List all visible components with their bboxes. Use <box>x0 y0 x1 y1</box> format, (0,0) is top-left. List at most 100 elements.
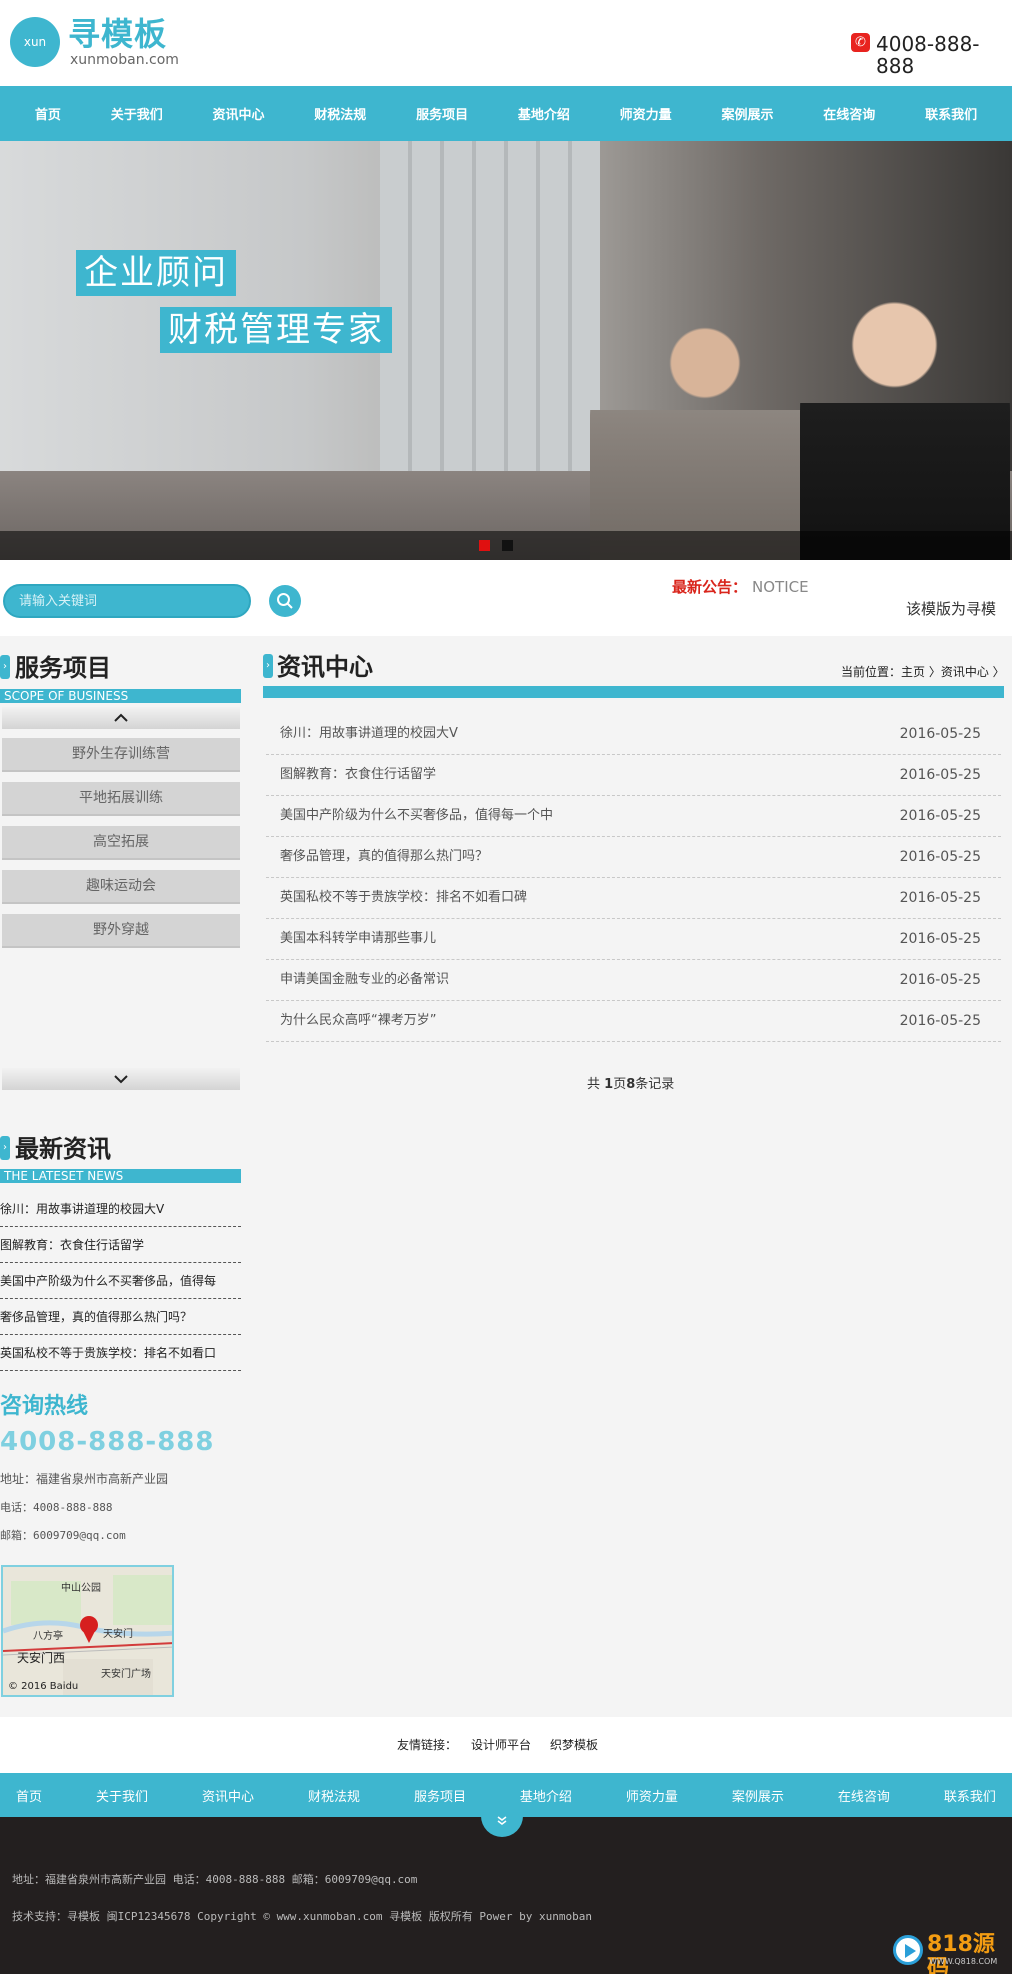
watermark-logo: 818源码 WWW.Q818.COM <box>893 1933 1005 1974</box>
nav-item-contact[interactable]: 联系我们 <box>925 104 977 123</box>
news-row[interactable]: 申请美国金融专业的必备常识 2016-05-25 <box>266 960 1001 1001</box>
chevron-up-icon <box>114 713 128 722</box>
news-row-date: 2016-05-25 <box>899 972 981 988</box>
title-rule <box>263 686 1004 698</box>
news-row[interactable]: 为什么民众高呼“裸考万岁” 2016-05-25 <box>266 1001 1001 1042</box>
pagination-summary: 共 1页8条记录 <box>587 1077 674 1093</box>
latest-news-item[interactable]: 图解教育：衣食住行话留学 <box>0 1227 241 1263</box>
nav-item-news[interactable]: 资讯中心 <box>212 104 264 123</box>
main-nav: 首页 关于我们 资讯中心 财税法规 服务项目 基地介绍 师资力量 案例展示 在线… <box>0 86 1012 141</box>
banner-person-man <box>590 311 820 560</box>
location-map[interactable]: 中山公园 天安门 天安门西 八方亭 天安门广场 © 2016 Baidu <box>1 1565 174 1697</box>
chevron-down-icon <box>114 1075 128 1084</box>
service-item[interactable]: 高空拓展 <box>2 826 240 858</box>
footer-nav-about[interactable]: 关于我们 <box>96 1786 148 1805</box>
footer-nav-regulations[interactable]: 财税法规 <box>308 1786 360 1805</box>
news-row-title[interactable]: 图解教育：衣食住行话留学 <box>280 767 436 783</box>
footer-nav-consult[interactable]: 在线咨询 <box>838 1786 890 1805</box>
main-title: 资讯中心 <box>277 653 373 681</box>
hotline-title: 咨询热线 <box>0 1394 89 1419</box>
friend-link[interactable]: 织梦模板 <box>550 1737 598 1753</box>
service-item[interactable]: 野外生存训练营 <box>2 738 240 770</box>
logo-badge[interactable]: xun <box>10 17 60 67</box>
latest-news-item[interactable]: 徐川：用故事讲道理的校园大V <box>0 1191 241 1227</box>
services-scroll-down-button[interactable] <box>2 1068 240 1090</box>
news-row[interactable]: 奢侈品管理，真的值得那么热门吗？ 2016-05-25 <box>266 837 1001 878</box>
news-row[interactable]: 美国中产阶级为什么不买奢侈品，值得每一个中 2016-05-25 <box>266 796 1001 837</box>
map-label: 中山公园 <box>61 1583 101 1594</box>
contact-email: 邮箱：6009709@qq.com <box>0 1529 126 1542</box>
breadcrumb[interactable]: 当前位置：主页 〉资讯中心 〉 <box>841 664 1005 680</box>
footer-contact-info: 地址：福建省泉州市高新产业园 电话：4008-888-888 邮箱：600970… <box>12 1873 418 1886</box>
search-button[interactable] <box>269 585 301 617</box>
pager-suffix: 条记录 <box>635 1077 675 1092</box>
news-row-title[interactable]: 徐川：用故事讲道理的校园大V <box>280 726 458 742</box>
friend-links-bar: 友情链接： 设计师平台 织梦模板 <box>0 1717 1012 1773</box>
double-chevron-down-icon <box>497 1816 507 1825</box>
footer-nav-news[interactable]: 资讯中心 <box>202 1786 254 1805</box>
service-item[interactable]: 平地拓展训练 <box>2 782 240 814</box>
pager-mid: 页 <box>613 1077 627 1092</box>
contact-address: 地址：福建省泉州市高新产业园 <box>0 1472 169 1486</box>
nav-item-base[interactable]: 基地介绍 <box>518 104 570 123</box>
contact-tel: 电话：4008-888-888 <box>0 1501 113 1514</box>
news-row-date: 2016-05-25 <box>899 1013 981 1029</box>
service-item[interactable]: 趣味运动会 <box>2 870 240 902</box>
banner-slogan-line1: 企业顾问 <box>76 250 236 296</box>
footer-nav-base[interactable]: 基地介绍 <box>520 1786 572 1805</box>
watermark-url: WWW.Q818.COM <box>929 1957 998 1966</box>
banner-background-window <box>380 141 600 471</box>
service-item[interactable]: 野外穿越 <box>2 914 240 946</box>
banner-person-woman <box>800 281 1010 560</box>
logo-text[interactable]: 寻模板 <box>68 16 167 52</box>
news-row-title[interactable]: 申请美国金融专业的必备常识 <box>280 972 449 988</box>
nav-item-services[interactable]: 服务项目 <box>416 104 468 123</box>
news-row[interactable]: 图解教育：衣食住行话留学 2016-05-25 <box>266 755 1001 796</box>
pager-prefix: 共 <box>587 1077 605 1092</box>
hotline-number: 4008-888-888 <box>0 1427 215 1457</box>
banner-dot-active[interactable] <box>479 540 490 551</box>
notice-text[interactable]: 该模版为寻模 <box>906 599 996 619</box>
section-marker-icon: › <box>263 654 273 678</box>
nav-item-about[interactable]: 关于我们 <box>111 104 163 123</box>
news-row[interactable]: 徐川：用故事讲道理的校园大V 2016-05-25 <box>266 714 1001 755</box>
footer-nav-teachers[interactable]: 师资力量 <box>626 1786 678 1805</box>
nav-item-regulations[interactable]: 财税法规 <box>314 104 366 123</box>
search-input[interactable] <box>3 584 251 618</box>
phone-icon: ✆ <box>851 33 870 52</box>
footer-nav-cases[interactable]: 案例展示 <box>732 1786 784 1805</box>
footer-nav-contact[interactable]: 联系我们 <box>944 1786 996 1805</box>
pager-pages: 1 <box>604 1077 614 1092</box>
news-row-title[interactable]: 英国私校不等于贵族学校：排名不如看口碑 <box>280 890 527 906</box>
nav-item-cases[interactable]: 案例展示 <box>721 104 773 123</box>
news-row-date: 2016-05-25 <box>899 808 981 824</box>
news-row[interactable]: 美国本科转学申请那些事儿 2016-05-25 <box>266 919 1001 960</box>
play-icon <box>893 1935 923 1965</box>
news-row-title[interactable]: 美国本科转学申请那些事儿 <box>280 931 436 947</box>
banner-dot[interactable] <box>502 540 513 551</box>
pager-count: 8 <box>626 1077 636 1092</box>
news-row-title[interactable]: 美国中产阶级为什么不买奢侈品，值得每一个中 <box>280 808 553 824</box>
services-title: 服务项目 <box>15 654 111 682</box>
header-phone: 4008-888-888 <box>876 32 980 78</box>
nav-item-consult[interactable]: 在线咨询 <box>823 104 875 123</box>
banner-slogan-line2: 财税管理专家 <box>160 307 392 353</box>
footer-nav-services[interactable]: 服务项目 <box>414 1786 466 1805</box>
latest-news-item[interactable]: 美国中产阶级为什么不买奢侈品，值得每 <box>0 1263 241 1299</box>
latest-news-item[interactable]: 英国私校不等于贵族学校：排名不如看口 <box>0 1335 241 1371</box>
news-row-title[interactable]: 奢侈品管理，真的值得那么热门吗？ <box>280 849 488 865</box>
footer-nav-home[interactable]: 首页 <box>16 1786 42 1805</box>
footer-bottom <box>0 1817 1012 1974</box>
logo-domain: xunmoban.com <box>70 52 179 68</box>
map-copyright: © 2016 Baidu <box>8 1681 79 1692</box>
friend-link[interactable]: 设计师平台 <box>471 1737 531 1753</box>
nav-item-teachers[interactable]: 师资力量 <box>620 104 672 123</box>
services-subtitle: SCOPE OF BUSINESS <box>0 689 241 703</box>
friend-links-label: 友情链接： <box>397 1738 458 1752</box>
notice-label: 最新公告： <box>672 578 748 596</box>
news-row-title[interactable]: 为什么民众高呼“裸考万岁” <box>280 1013 436 1029</box>
latest-news-item[interactable]: 奢侈品管理，真的值得那么热门吗？ <box>0 1299 241 1335</box>
nav-item-home[interactable]: 首页 <box>35 104 61 123</box>
news-row[interactable]: 英国私校不等于贵族学校：排名不如看口碑 2016-05-25 <box>266 878 1001 919</box>
services-scroll-up-button[interactable] <box>2 707 240 729</box>
